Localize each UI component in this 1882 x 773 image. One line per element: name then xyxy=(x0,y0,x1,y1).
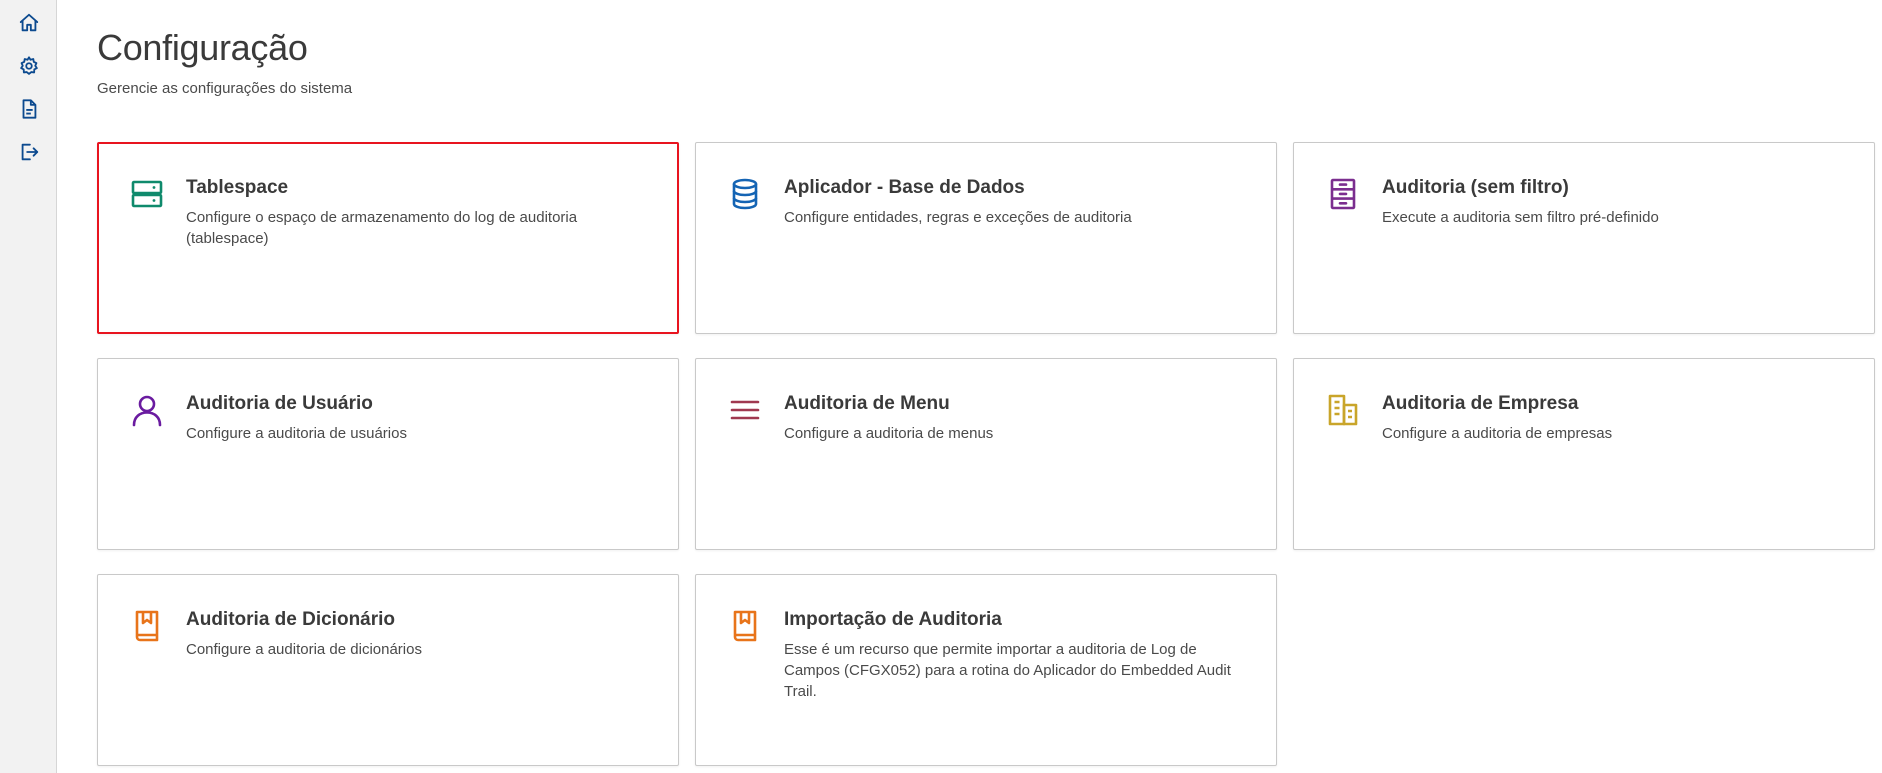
card-title: Aplicador - Base de Dados xyxy=(784,177,1025,198)
card-description: Configure entidades, regras e exceções d… xyxy=(784,209,1132,226)
card-auditoria-de-menu[interactable]: Auditoria de Menu Configure a auditoria … xyxy=(695,358,1277,550)
home-icon xyxy=(18,12,40,39)
sidebar-documents-button[interactable] xyxy=(14,96,44,126)
card-description: Esse é um recurso que permite importar a… xyxy=(784,641,1231,700)
card-auditoria-sem-filtro[interactable]: Auditoria (sem filtro) Execute a auditor… xyxy=(1293,142,1875,334)
sidebar-settings-button[interactable] xyxy=(14,53,44,83)
config-cards-grid: Tablespace Configure o espaço de armazen… xyxy=(97,142,1875,766)
card-auditoria-de-usuario[interactable]: Auditoria de Usuário Configure a auditor… xyxy=(97,358,679,550)
card-title: Tablespace xyxy=(186,177,289,198)
sidebar-home-button[interactable] xyxy=(14,10,44,40)
card-description: Configure o espaço de armazenamento do l… xyxy=(186,209,578,247)
card-description: Configure a auditoria de usuários xyxy=(186,425,407,442)
card-title: Auditoria de Empresa xyxy=(1382,393,1579,414)
page-title: Configuração xyxy=(97,27,308,68)
storage-icon xyxy=(130,177,164,211)
sidebar xyxy=(0,0,57,773)
card-aplicador-base-de-dados[interactable]: Aplicador - Base de Dados Configure enti… xyxy=(695,142,1277,334)
menu-icon xyxy=(728,393,762,427)
building-icon xyxy=(1326,393,1360,427)
gear-icon xyxy=(18,55,40,82)
main-content: Configuração Gerencie as configurações d… xyxy=(57,0,1882,773)
card-description: Execute a auditoria sem filtro pré-defin… xyxy=(1382,209,1659,226)
page-subtitle: Gerencie as configurações do sistema xyxy=(97,80,353,97)
card-title: Auditoria de Usuário xyxy=(186,393,373,414)
card-description: Configure a auditoria de empresas xyxy=(1382,425,1613,442)
card-title: Auditoria de Menu xyxy=(784,393,950,414)
cabinet-icon xyxy=(1326,177,1360,211)
book-icon xyxy=(130,609,164,643)
document-icon xyxy=(18,98,40,125)
database-icon xyxy=(728,177,762,211)
logout-icon xyxy=(18,141,40,168)
card-auditoria-de-dicionario[interactable]: Auditoria de Dicionário Configure a audi… xyxy=(97,574,679,766)
sidebar-logout-button[interactable] xyxy=(14,139,44,169)
card-description: Configure a auditoria de dicionários xyxy=(186,641,422,658)
card-importacao-de-auditoria[interactable]: Importação de Auditoria Esse é um recurs… xyxy=(695,574,1277,766)
card-title: Auditoria de Dicionário xyxy=(186,609,396,630)
card-tablespace[interactable]: Tablespace Configure o espaço de armazen… xyxy=(97,142,679,334)
card-title: Auditoria (sem filtro) xyxy=(1382,177,1569,198)
book-icon xyxy=(728,609,762,643)
card-description: Configure a auditoria de menus xyxy=(784,425,994,442)
user-icon xyxy=(130,393,164,427)
card-title: Importação de Auditoria xyxy=(784,609,1002,630)
card-auditoria-de-empresa[interactable]: Auditoria de Empresa Configure a auditor… xyxy=(1293,358,1875,550)
